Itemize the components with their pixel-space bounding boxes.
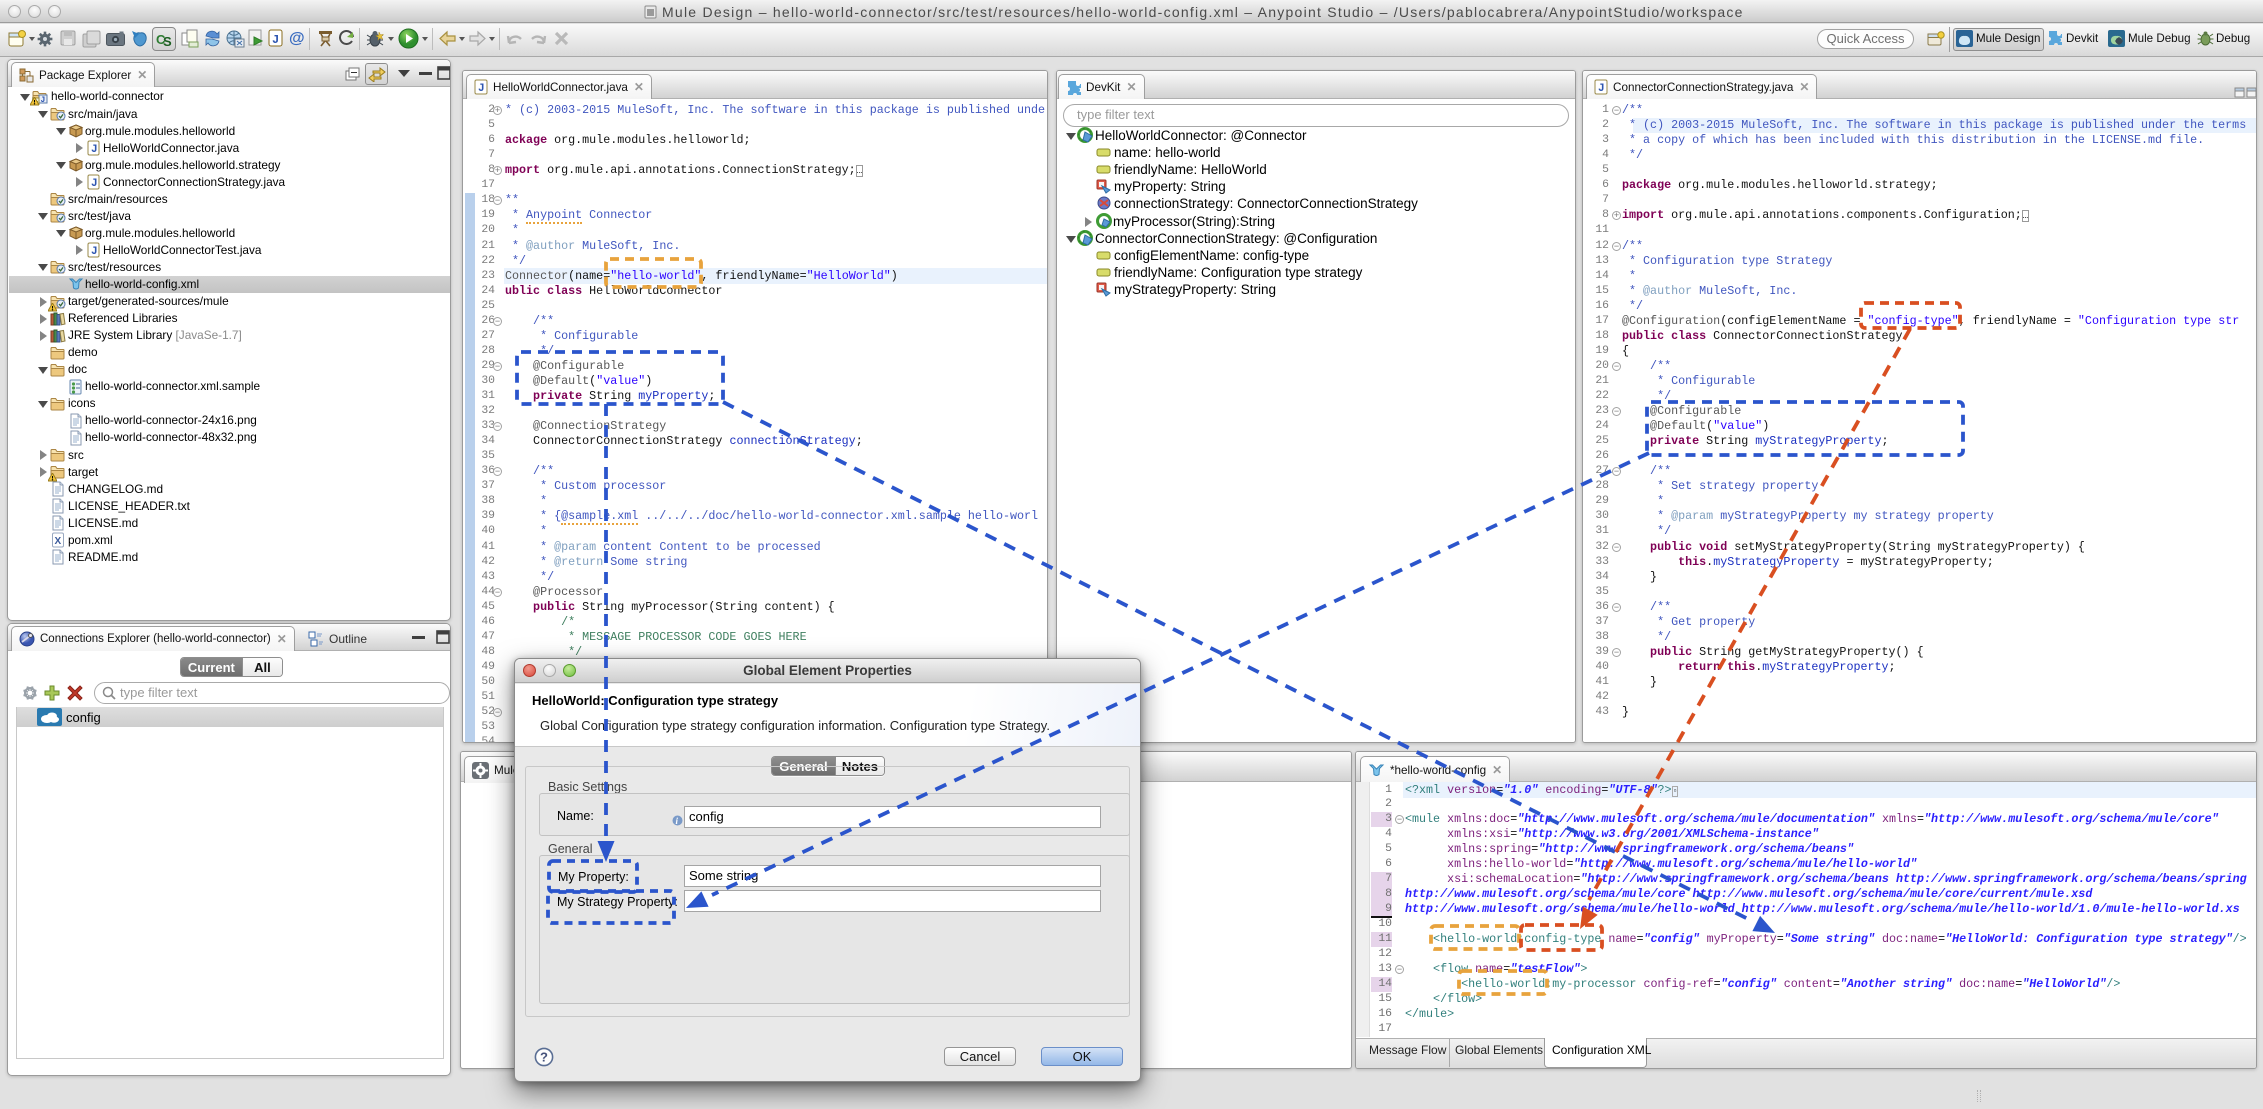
svg-text:S: S bbox=[163, 34, 172, 48]
svg-text:J: J bbox=[272, 33, 279, 47]
svg-text:J: J bbox=[41, 96, 46, 105]
svg-text:X: X bbox=[55, 536, 62, 547]
svg-text:J: J bbox=[91, 246, 98, 258]
svg-text:?: ? bbox=[540, 1050, 548, 1065]
svg-text:J: J bbox=[1598, 83, 1605, 95]
svg-text:J: J bbox=[91, 144, 98, 156]
svg-text:J: J bbox=[91, 178, 98, 190]
svg-text:J: J bbox=[478, 83, 485, 95]
